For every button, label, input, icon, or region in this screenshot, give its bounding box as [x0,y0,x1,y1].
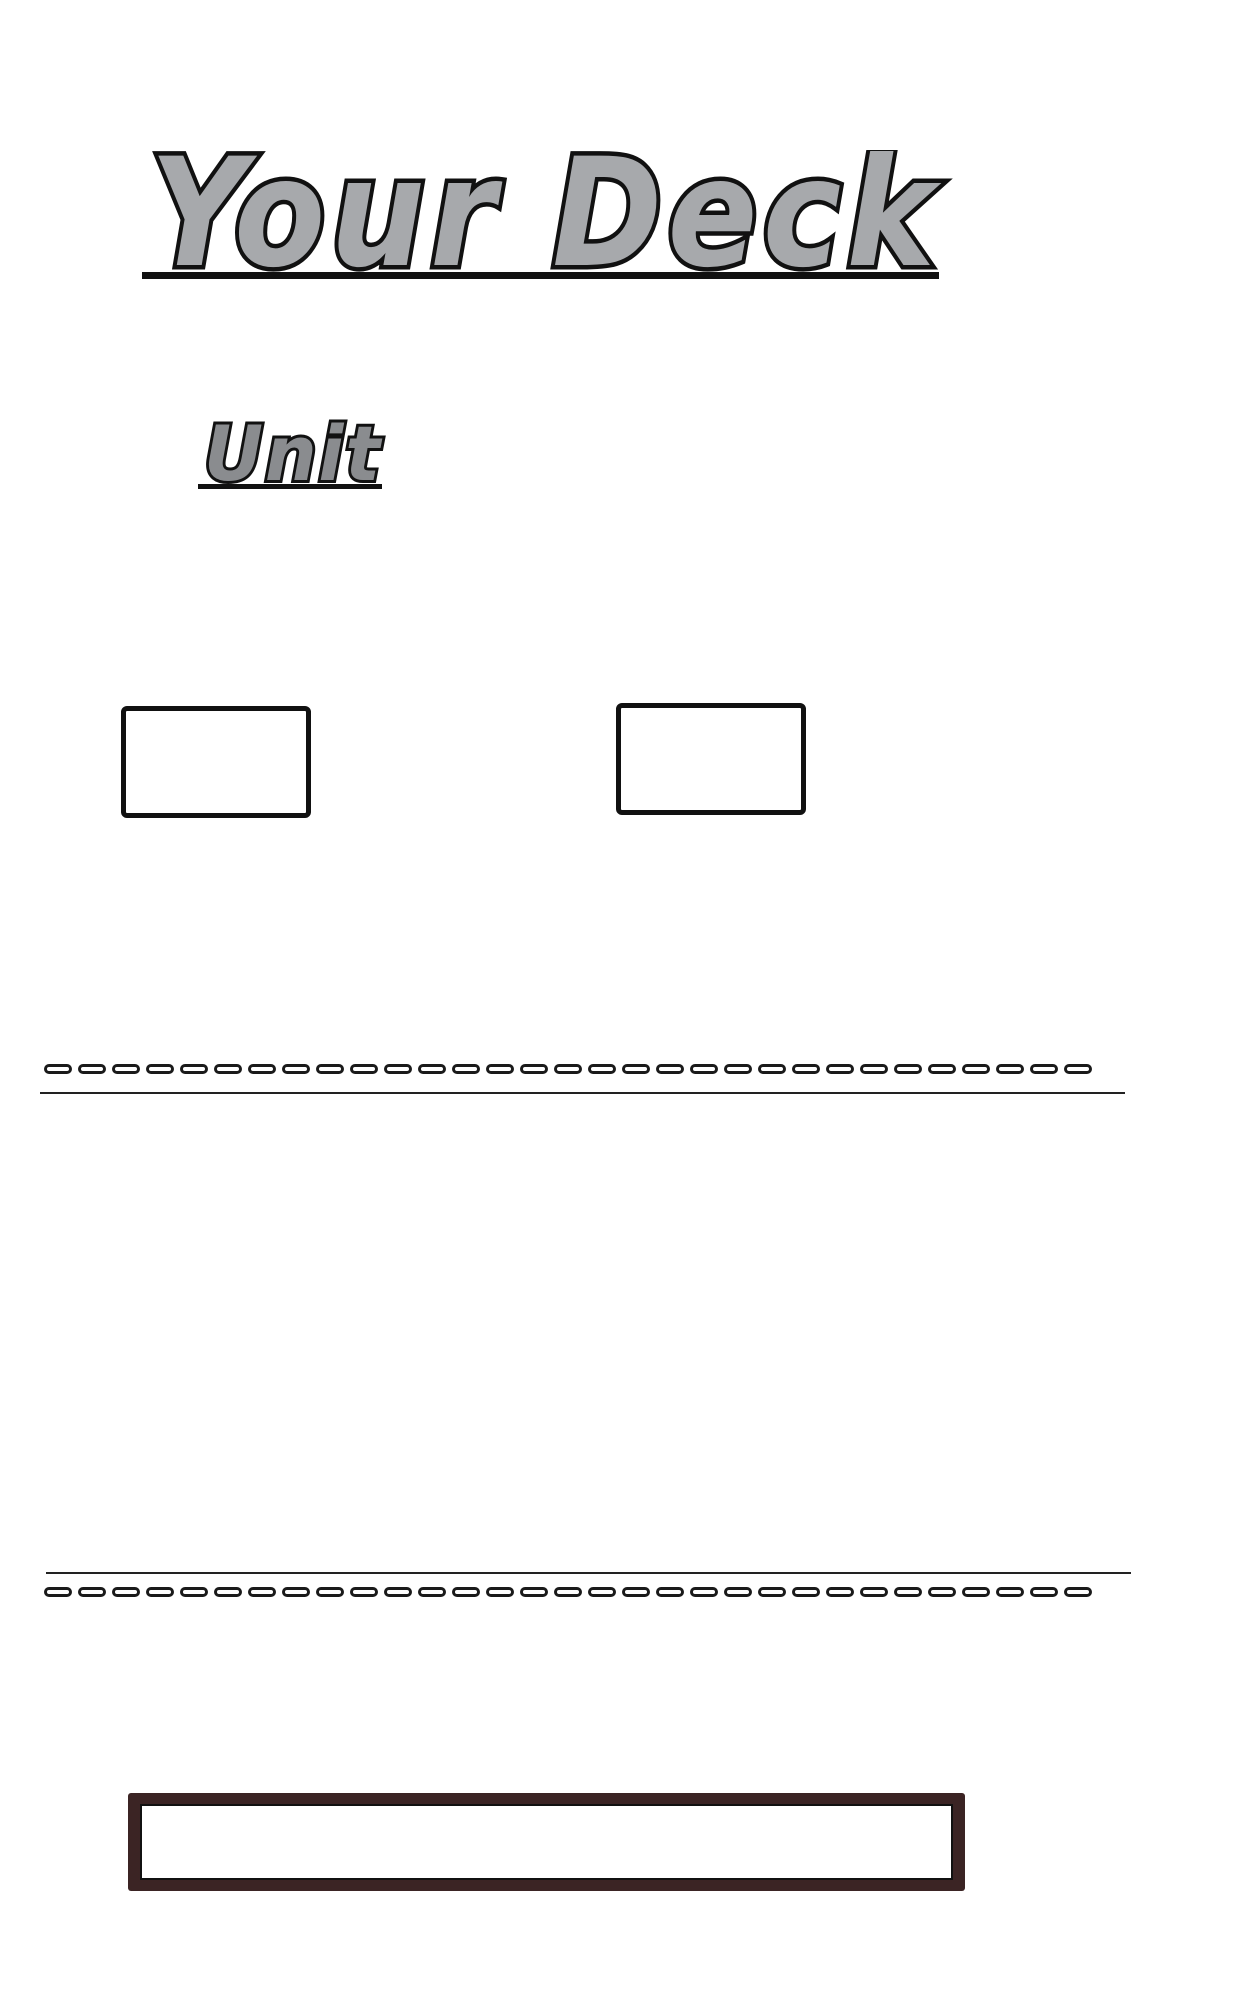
chain-divider-bottom [44,1587,1092,1597]
card-slot-1[interactable] [121,706,311,818]
chain-link [418,1587,446,1597]
divider-rule-top [40,1092,1125,1094]
chain-link [486,1587,514,1597]
chain-link [1030,1064,1058,1074]
subtitle-underline [198,484,382,489]
chain-link [316,1587,344,1597]
chain-link [180,1587,208,1597]
chain-link [146,1587,174,1597]
chain-link [554,1587,582,1597]
chain-link [452,1587,480,1597]
chain-link [520,1064,548,1074]
chain-link [962,1064,990,1074]
chain-link [894,1587,922,1597]
chain-link [146,1064,174,1074]
chain-link [1064,1587,1092,1597]
chain-link [588,1064,616,1074]
chain-link [724,1064,752,1074]
chain-link [996,1587,1024,1597]
page-title: Your Deck [140,150,960,290]
section-label-text: Unit [204,418,383,494]
page-title-text: Your Deck [150,150,942,290]
chain-link [588,1587,616,1597]
chain-link [384,1587,412,1597]
chain-link [1030,1587,1058,1597]
chain-link [792,1587,820,1597]
chain-link [112,1064,140,1074]
chain-link [758,1587,786,1597]
chain-link [78,1587,106,1597]
chain-link [350,1587,378,1597]
chain-link [894,1064,922,1074]
divider-rule-bottom [46,1572,1131,1574]
bottom-action-bar-field[interactable] [140,1804,953,1880]
chain-link [350,1064,378,1074]
chain-link [418,1064,446,1074]
chain-link [996,1064,1024,1074]
chain-link [520,1587,548,1597]
chain-link [656,1587,684,1597]
chain-link [316,1064,344,1074]
chain-link [282,1064,310,1074]
chain-link [248,1064,276,1074]
chain-link [452,1064,480,1074]
chain-link [180,1064,208,1074]
chain-link [928,1064,956,1074]
chain-link [486,1064,514,1074]
bottom-action-bar[interactable] [128,1793,965,1891]
chain-link [248,1587,276,1597]
chain-link [78,1064,106,1074]
chain-link [554,1064,582,1074]
chain-divider-top [44,1064,1092,1074]
title-underline [142,272,939,279]
chain-link [622,1064,650,1074]
chain-link [860,1064,888,1074]
chain-link [690,1064,718,1074]
chain-link [860,1587,888,1597]
chain-link [758,1064,786,1074]
chain-link [44,1587,72,1597]
chain-link [282,1587,310,1597]
chain-link [928,1587,956,1597]
chain-link [384,1064,412,1074]
chain-link [214,1587,242,1597]
chain-link [112,1587,140,1597]
chain-link [214,1064,242,1074]
section-label-unit: Unit [198,418,398,494]
chain-link [826,1064,854,1074]
chain-link [1064,1064,1092,1074]
chain-link [962,1587,990,1597]
chain-link [622,1587,650,1597]
chain-link [826,1587,854,1597]
chain-link [656,1064,684,1074]
chain-link [724,1587,752,1597]
card-slot-2[interactable] [616,703,806,815]
chain-link [44,1064,72,1074]
chain-link [792,1064,820,1074]
chain-link [690,1587,718,1597]
